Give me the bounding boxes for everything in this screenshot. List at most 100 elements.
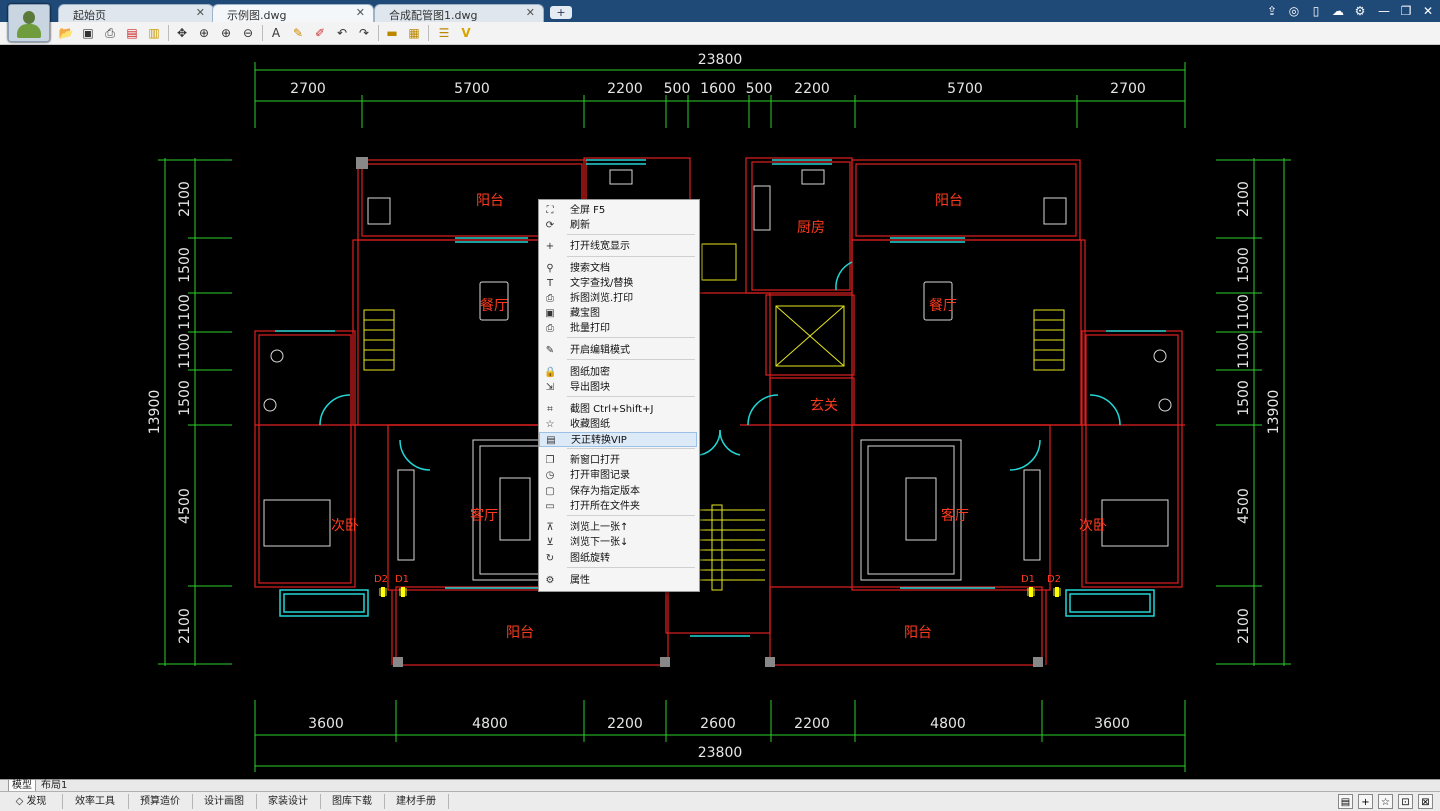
furniture	[263, 169, 1172, 581]
menu-item-label: 浏览上一张↑	[570, 522, 629, 533]
save-icon[interactable]: ▣	[80, 25, 96, 41]
close-tab-icon[interactable]: ✕	[196, 6, 205, 19]
dimension-icon[interactable]: ▦	[406, 25, 422, 41]
design-button[interactable]: 设计画图	[192, 794, 257, 809]
pdf-icon[interactable]: ▤	[124, 25, 140, 41]
minimize-icon[interactable]: —	[1376, 3, 1392, 19]
menu-item-label: 打开审图记录	[570, 470, 630, 481]
menu-item-convert[interactable]: ▤ 天正转换VIP	[539, 432, 697, 447]
zoom-window-icon[interactable]: ⊕	[196, 25, 212, 41]
tab-start-page[interactable]: 起始页 ✕	[58, 4, 214, 22]
wall-lines	[254, 157, 1185, 666]
open-icon[interactable]: 📂	[58, 25, 74, 41]
close-icon[interactable]: ✕	[1420, 3, 1436, 19]
pan-icon[interactable]: ✥	[174, 25, 190, 41]
dim-right: 1500	[1236, 247, 1252, 283]
drawing-canvas[interactable]: 23800 2700 5700 2200 500 1600 500 2200 5…	[0, 44, 1440, 779]
menu-item-properties[interactable]: ⚙ 属性	[539, 573, 697, 588]
star-icon: ☆	[545, 419, 555, 430]
menu-item-history[interactable]: ◷ 打开审图记录	[539, 468, 697, 483]
settings-icon[interactable]: ⚙	[1352, 3, 1368, 19]
menu-item-crop[interactable]: ⌗ 截图 Ctrl+Shift+J	[539, 402, 697, 417]
zoom-in-icon[interactable]: ⊕	[218, 25, 234, 41]
room-balcony: 阳台	[506, 625, 534, 641]
mobile-icon[interactable]: ▯	[1308, 3, 1324, 19]
print-icon[interactable]: ⎙	[102, 25, 118, 41]
room-living: 客厅	[470, 507, 498, 524]
library-download-button[interactable]: 图库下载	[320, 794, 385, 809]
home-design-button[interactable]: 家装设计	[256, 794, 321, 809]
restore-icon[interactable]: ❐	[1398, 3, 1414, 19]
menu-item-label: 搜索文档	[570, 263, 610, 274]
room-dining: 餐厅	[480, 298, 508, 314]
menu-item-print-split[interactable]: ⎙ 拆图浏览.打印	[539, 291, 697, 306]
dim-right: 2100	[1236, 181, 1252, 217]
pencil-icon[interactable]: ✎	[290, 25, 306, 41]
menu-item-star[interactable]: ☆ 收藏图纸	[539, 417, 697, 432]
toolbar: 📂 ▣ ⎙ ▤ ▥ ✥ ⊕ ⊕ ⊖ A ✎ ✐ ↶ ↷ ▬ ▦ ☰ V	[0, 22, 1440, 45]
materials-handbook-button[interactable]: 建材手册	[384, 794, 449, 809]
menu-item-lineweight[interactable]: + 打开线宽显示	[539, 239, 697, 254]
room-dining: 餐厅	[929, 298, 957, 314]
avatar[interactable]	[8, 4, 50, 42]
stairs	[363, 243, 1065, 596]
menu-item-batch-print[interactable]: ⎙ 批量打印	[539, 321, 697, 336]
menu-item-text[interactable]: T 文字查找/替换	[539, 276, 697, 291]
wechat-icon[interactable]: ◎	[1286, 3, 1302, 19]
new-tab-button[interactable]: +	[550, 6, 572, 19]
menu-item-export[interactable]: ⇲ 导出图块	[539, 380, 697, 395]
dim-left: 1500	[177, 247, 193, 283]
menu-separator	[567, 256, 695, 257]
tab-pipe-drawing[interactable]: 合成配管图1.dwg ✕	[374, 4, 544, 22]
cloud-icon[interactable]: ☁	[1330, 3, 1346, 19]
efficiency-tools-button[interactable]: 效率工具	[62, 794, 129, 809]
dim-top-total: 23800	[698, 52, 743, 68]
room-bedroom: 次卧	[331, 518, 359, 534]
text-icon[interactable]: A	[268, 25, 284, 41]
vip-icon[interactable]: V	[458, 25, 474, 41]
close-tab-icon[interactable]: ✕	[526, 6, 535, 19]
menu-item-map[interactable]: ▣ 藏宝图	[539, 306, 697, 321]
menu-separator	[567, 396, 695, 397]
tab-label: 起始页	[73, 9, 106, 22]
dim-bottom: 2200	[794, 716, 830, 732]
menu-item-next[interactable]: ⊻ 浏览下一张↓	[539, 535, 697, 550]
layers-icon[interactable]: ☰	[436, 25, 452, 41]
menu-separator	[567, 337, 695, 338]
menu-item-new-window[interactable]: ❐ 新窗口打开	[539, 453, 697, 468]
snap-icon[interactable]: ☆	[1378, 794, 1393, 809]
dim-bottom: 2200	[607, 716, 643, 732]
budget-button[interactable]: 预算造价	[128, 794, 193, 809]
close-tab-icon[interactable]: ✕	[356, 6, 365, 19]
dim-left: 4500	[177, 488, 193, 524]
tab-sample-drawing[interactable]: 示例图.dwg ✕	[212, 4, 374, 22]
batch-print-icon: ⎙	[546, 323, 554, 334]
text-icon: T	[546, 278, 554, 289]
menu-item-prev[interactable]: ⊼ 浏览上一张↑	[539, 520, 697, 535]
share-icon[interactable]: ⇪	[1264, 3, 1280, 19]
model-space-icon[interactable]: ▤	[1338, 794, 1353, 809]
rotate-icon: ↻	[545, 553, 555, 564]
markup-icon[interactable]: ✐	[312, 25, 328, 41]
menu-item-rotate[interactable]: ↻ 图纸旋转	[539, 551, 697, 566]
lock-icon[interactable]: ▥	[146, 25, 162, 41]
undo-icon[interactable]: ↶	[334, 25, 350, 41]
menu-item-edit[interactable]: ✎ 开启编辑模式	[539, 343, 697, 358]
diamond-icon: ◇	[15, 796, 27, 807]
menu-item-refresh[interactable]: ⟳ 刷新	[539, 218, 697, 233]
menu-item-search[interactable]: ⚲ 搜索文档	[539, 261, 697, 276]
crosshair-icon[interactable]: +	[1358, 794, 1373, 809]
menu-item-label: 文字查找/替换	[570, 278, 634, 289]
properties-icon: ⚙	[545, 575, 555, 586]
zoom-out-icon[interactable]: ⊖	[240, 25, 256, 41]
discover-button[interactable]: ◇ 发现	[0, 794, 63, 809]
redo-icon[interactable]: ↷	[356, 25, 372, 41]
measure-icon[interactable]: ▬	[384, 25, 400, 41]
menu-item-folder[interactable]: ▭ 打开所在文件夹	[539, 499, 697, 514]
dim-bottom: 4800	[472, 716, 508, 732]
ortho-icon[interactable]: ⊡	[1398, 794, 1413, 809]
menu-item-fullscreen[interactable]: ⛶ 全屏 F5	[539, 203, 697, 218]
menu-item-lock[interactable]: 🔒 图纸加密	[539, 365, 697, 380]
grid-icon[interactable]: ⊠	[1418, 794, 1433, 809]
menu-item-save[interactable]: ▢ 保存为指定版本	[539, 484, 697, 499]
